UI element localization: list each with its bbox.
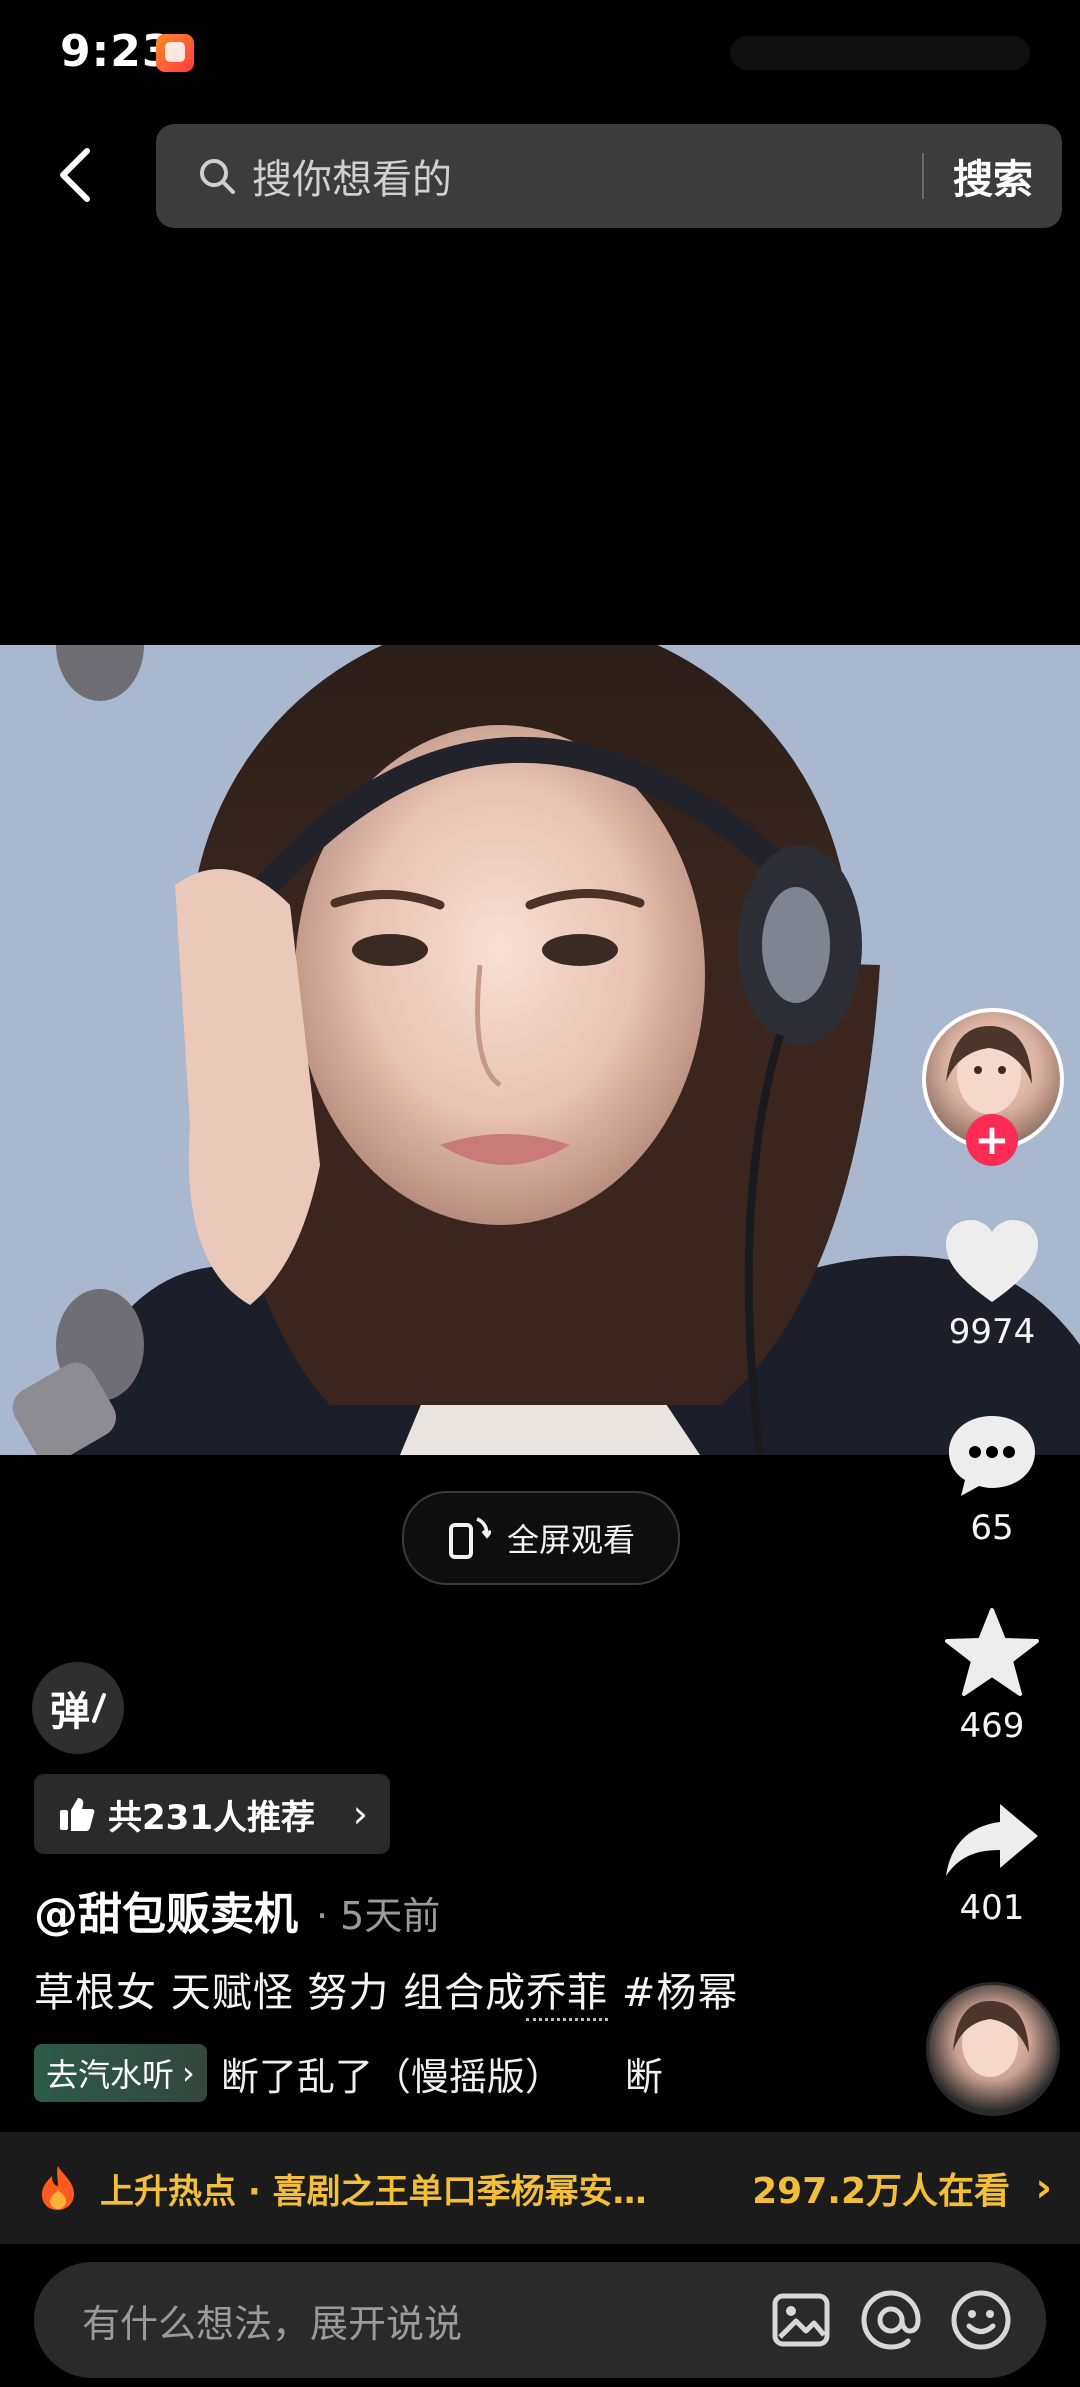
caption-search-link[interactable]: 乔菲: [526, 1970, 609, 2021]
fullscreen-label: 全屏观看: [506, 1521, 635, 1559]
post-time: · 5天前: [316, 1894, 441, 1938]
chevron-right-icon: ›: [1035, 2165, 1052, 2211]
comment-button[interactable]: 65: [922, 1412, 1062, 1548]
emoji-icon[interactable]: [946, 2285, 1016, 2355]
recommend-label: 共231人推荐: [108, 1797, 315, 1838]
mention-icon[interactable]: [856, 2285, 926, 2355]
chevron-right-icon: ›: [352, 1792, 368, 1836]
status-indicators: [730, 36, 1030, 70]
favorite-count: 469: [959, 1706, 1025, 1746]
hot-topic-banner[interactable]: 上升热点 · 喜剧之王单口季杨幂安… 297.2万人在看 ›: [0, 2132, 1080, 2244]
back-button[interactable]: [40, 140, 110, 210]
author-row: @甜包贩卖机 · 5天前: [34, 1878, 440, 1942]
author-name[interactable]: @甜包贩卖机: [34, 1878, 298, 1942]
caption-text: 草根女 天赋怪 努力 组合成: [34, 1970, 527, 2016]
search-icon: [194, 153, 240, 199]
thumbs-up-icon: [60, 1798, 95, 1831]
music-title-scroll: 断: [624, 2054, 663, 2099]
hot-viewer-count: 297.2万人在看: [752, 2171, 1010, 2212]
hot-topic-label: 上升热点 · 喜剧之王单口季杨幂安…: [100, 2171, 647, 2212]
music-title[interactable]: 断了乱了（慢摇版）: [221, 2046, 563, 2101]
back-arrow-icon: [60, 148, 90, 202]
danmaku-label: 弹: [50, 1689, 90, 1735]
comment-bubble-icon: [949, 1416, 1035, 1496]
image-picker-icon[interactable]: [766, 2285, 836, 2355]
follow-button[interactable]: +: [966, 1114, 1018, 1166]
music-disc-cover-image: [953, 2001, 1029, 2077]
heart-icon: [946, 1220, 1038, 1302]
app-notification-icon: [156, 34, 194, 72]
search-bar[interactable]: 搜你想看的 搜索: [156, 124, 1062, 228]
fullscreen-button[interactable]: 全屏观看: [402, 1491, 680, 1585]
rotate-screen-icon: [448, 1517, 491, 1559]
search-input[interactable]: 搜你想看的: [252, 147, 922, 205]
star-icon: [945, 1608, 1039, 1696]
recommend-button[interactable]: 共231人推荐 ›: [34, 1774, 390, 1854]
music-row: 去汽水听 › 断了乱了（慢摇版） 断: [34, 2044, 663, 2102]
video-frame-image: [0, 645, 1080, 1455]
chevron-right-icon: ›: [182, 2054, 195, 2092]
search-button[interactable]: 搜索: [924, 147, 1062, 205]
comment-input[interactable]: 有什么想法，展开说说: [82, 2293, 766, 2348]
danmaku-toggle[interactable]: 弹: [32, 1662, 124, 1754]
qishui-listen-button[interactable]: 去汽水听 ›: [34, 2044, 207, 2102]
like-count: 9974: [948, 1312, 1036, 1352]
music-disc[interactable]: [926, 1982, 1060, 2116]
qishui-label: 去汽水听: [46, 2056, 175, 2094]
share-arrow-icon: [946, 1804, 1038, 1876]
video-player[interactable]: [0, 645, 1080, 1455]
share-button[interactable]: 401: [922, 1800, 1062, 1928]
like-button[interactable]: 9974: [922, 1218, 1062, 1352]
comment-input-bar[interactable]: 有什么想法，展开说说: [34, 2262, 1046, 2378]
fire-icon: [42, 2166, 74, 2210]
danmaku-slash-icon: [92, 1693, 106, 1723]
share-count: 401: [959, 1888, 1025, 1928]
comment-count: 65: [970, 1508, 1014, 1548]
hashtag-link[interactable]: #杨幂: [608, 1970, 738, 2016]
favorite-button[interactable]: 469: [922, 1606, 1062, 1746]
caption: 草根女 天赋怪 努力 组合成乔菲 #杨幂: [34, 1960, 738, 2021]
